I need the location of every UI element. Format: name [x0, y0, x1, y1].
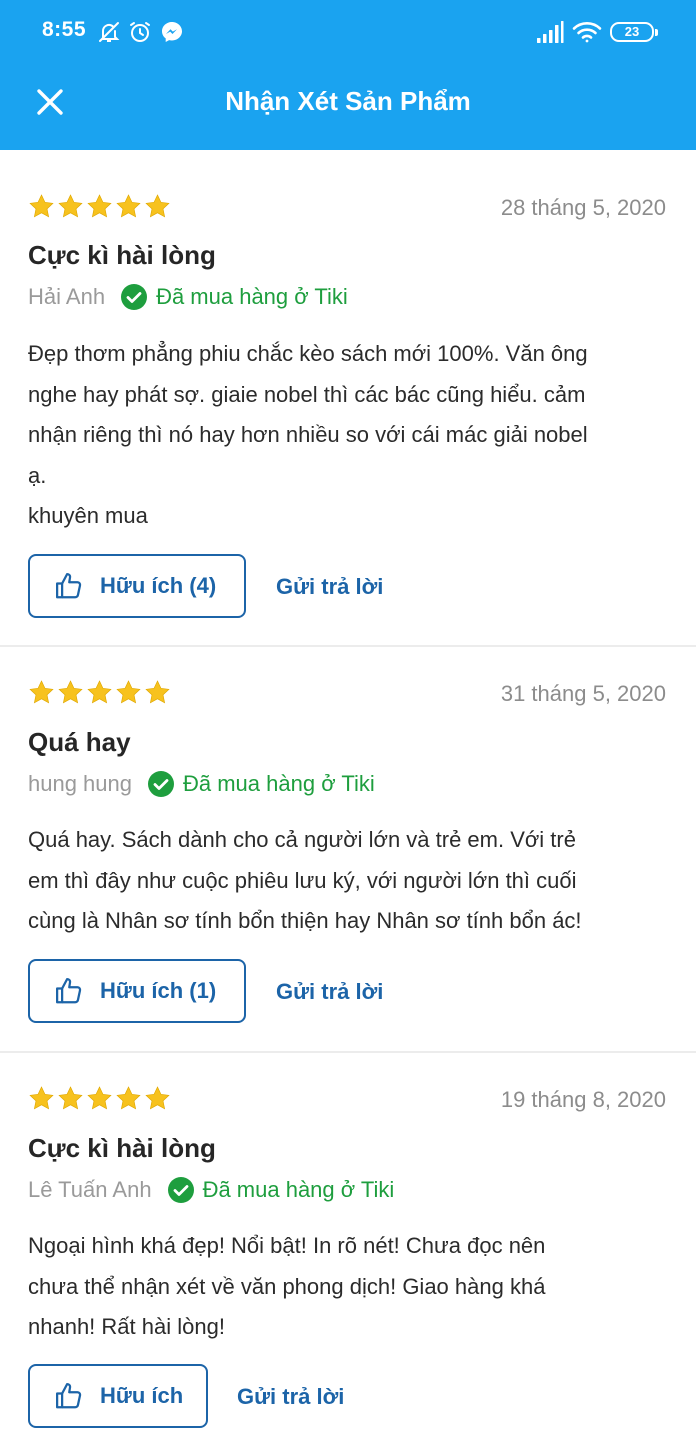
review-body: Đẹp thơm phẳng phiu chắc kèo sách mới 10… — [28, 334, 668, 537]
toolbar: Nhận Xét Sản Phẩm — [0, 64, 696, 150]
review-author: hung hung — [28, 771, 132, 796]
star-rating — [28, 193, 171, 220]
review-meta: hung hung Đã mua hàng ở Tiki — [28, 770, 375, 798]
review-author: Lê Tuấn Anh — [28, 1177, 152, 1202]
star-icon — [145, 1086, 170, 1110]
star-icon — [116, 680, 141, 704]
review-date: 31 tháng 5, 2020 — [500, 681, 666, 706]
star-icon — [58, 680, 83, 704]
app-bar: 8:55 23 Nhận Xét Sản Phẩm — [0, 0, 696, 150]
review-item: 28 tháng 5, 2020 Cực kì hài lòng Hải Anh… — [0, 150, 696, 646]
helpful-label: Hữu ích (4) — [100, 573, 217, 598]
star-icon — [29, 680, 54, 704]
review-body: Ngoại hình khá đẹp! Nổi bật! In rõ nét! … — [28, 1226, 668, 1348]
page-title: Nhận Xét Sản Phẩm — [225, 86, 471, 116]
thumbs-up-icon — [56, 978, 82, 1004]
verified-purchase-label: Đã mua hàng ở Tiki — [202, 1177, 395, 1202]
review-title: Cực kì hài lòng — [28, 1133, 216, 1163]
helpful-button[interactable]: Hữu ích — [28, 1364, 208, 1428]
review-body-line: ạ. — [28, 462, 47, 488]
star-icon — [58, 1086, 83, 1110]
review-item: 19 tháng 8, 2020 Cực kì hài lòng Lê Tuấn… — [0, 1053, 696, 1453]
alarm-icon — [130, 22, 150, 42]
review-body-line: em thì đây như cuộc phiêu lưu ký, với ng… — [28, 867, 577, 893]
helpful-button[interactable]: Hữu ích (4) — [28, 554, 246, 618]
review-body-line: chưa thể nhận xét về văn phong dịch! Gia… — [28, 1273, 546, 1299]
star-icon — [29, 1086, 54, 1110]
messenger-icon — [162, 22, 182, 42]
star-icon — [87, 194, 112, 218]
reply-link[interactable]: Gửi trả lời — [276, 574, 383, 600]
check-circle-icon — [121, 284, 148, 310]
thumbs-up-icon — [56, 573, 82, 599]
star-icon — [116, 194, 141, 218]
star-icon — [145, 680, 170, 704]
star-icon — [87, 1086, 112, 1110]
star-rating — [28, 1085, 171, 1112]
review-item: 31 tháng 5, 2020 Quá hay hung hung Đã mu… — [0, 647, 696, 1051]
review-date: 28 tháng 5, 2020 — [500, 195, 666, 220]
check-circle-icon — [167, 1177, 194, 1203]
star-icon — [87, 680, 112, 704]
star-icon — [116, 1086, 141, 1110]
review-body-line: nhận riêng thì nó hay hơn nhiều so với c… — [28, 422, 588, 447]
review-title: Quá hay — [28, 727, 131, 757]
review-meta: Hải Anh Đã mua hàng ở Tiki — [28, 283, 348, 311]
verified-purchase-label: Đã mua hàng ở Tiki — [156, 284, 348, 309]
wifi-icon — [572, 22, 602, 43]
review-body: Quá hay. Sách dành cho cả người lớn và t… — [28, 820, 668, 942]
review-body-line: cùng là Nhân sơ tính bổn thiện hay Nhân … — [28, 908, 582, 933]
reply-link[interactable]: Gửi trả lời — [276, 979, 383, 1005]
reply-link[interactable]: Gửi trả lời — [237, 1384, 344, 1410]
star-icon — [58, 194, 83, 218]
check-circle-icon — [148, 771, 174, 797]
review-body-line: khuyên mua — [28, 503, 148, 528]
helpful-button[interactable]: Hữu ích (1) — [28, 959, 246, 1023]
thumbs-up-icon — [56, 1383, 82, 1409]
status-bar: 8:55 23 — [0, 0, 696, 64]
review-body-line: nhanh! Rất hài lòng! — [28, 1314, 225, 1339]
helpful-label: Hữu ích (1) — [100, 978, 217, 1003]
star-icon — [29, 194, 54, 218]
mute-bell-icon — [99, 22, 120, 42]
star-rating — [28, 679, 171, 706]
review-body-line: Đẹp thơm phẳng phiu chắc kèo sách mới 10… — [28, 341, 588, 366]
status-time: 8:55 — [42, 18, 87, 41]
review-body-line: Quá hay. Sách dành cho cả người lớn và t… — [28, 827, 576, 852]
review-title: Cực kì hài lòng — [28, 240, 216, 270]
review-meta: Lê Tuấn Anh Đã mua hàng ở Tiki — [28, 1176, 394, 1204]
verified-purchase-label: Đã mua hàng ở Tiki — [183, 771, 375, 796]
review-body-line: Ngoại hình khá đẹp! Nổi bật! In rõ nét! … — [28, 1233, 546, 1258]
star-icon — [145, 194, 170, 218]
battery-icon: 23 — [610, 22, 658, 42]
helpful-label: Hữu ích — [100, 1383, 184, 1408]
review-author: Hải Anh — [28, 284, 106, 309]
review-date: 19 tháng 8, 2020 — [500, 1087, 666, 1112]
signal-icon — [537, 21, 564, 43]
review-body-line: nghe hay phát sợ. giaie nobel thì các bá… — [28, 381, 586, 407]
